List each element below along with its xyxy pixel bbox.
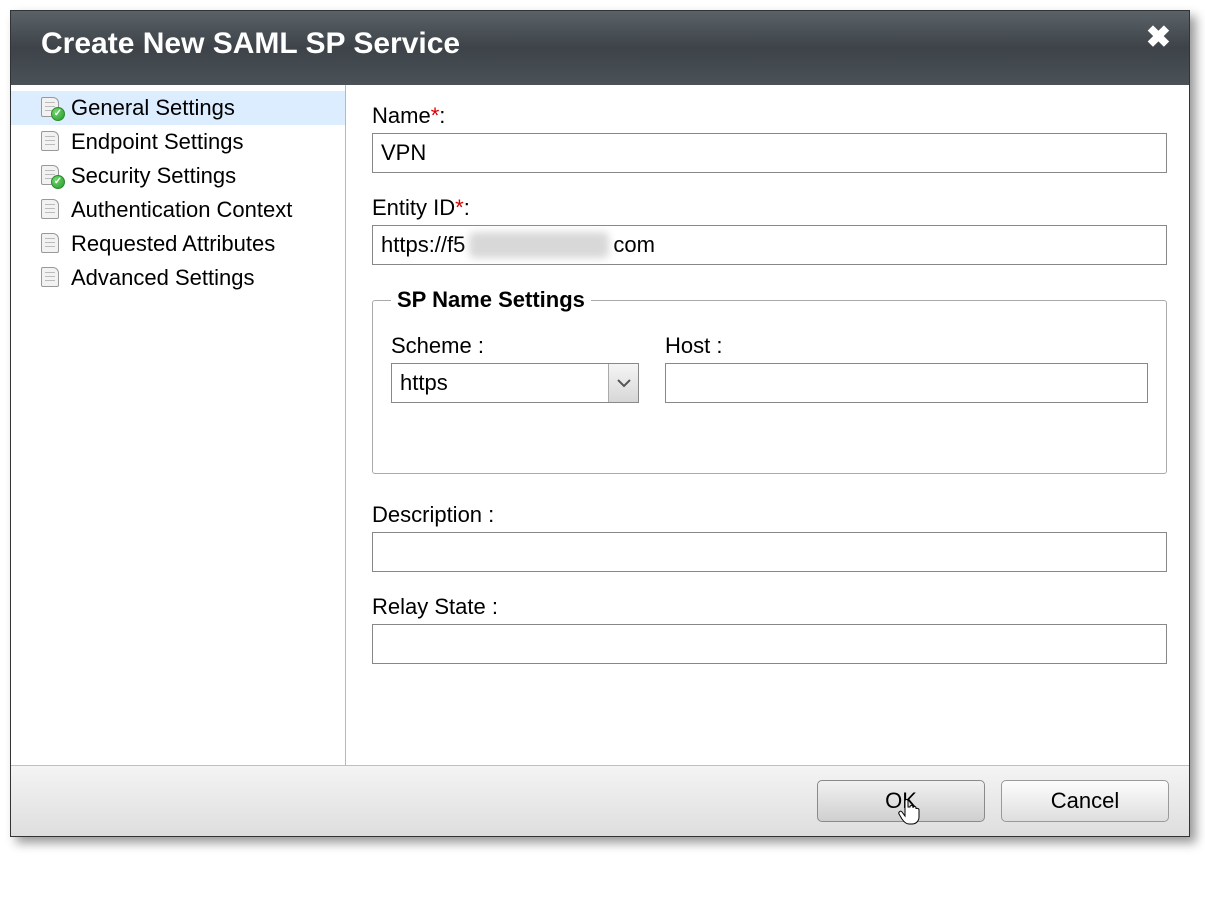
settings-sidebar: ✓ General Settings Endpoint Settings ✓ S… [11,85,346,765]
chevron-down-icon [608,364,638,402]
sidebar-item-label: Authentication Context [71,197,292,223]
page-checked-icon: ✓ [39,97,63,119]
host-input[interactable] [665,363,1148,403]
dialog-title: Create New SAML SP Service [41,27,1169,61]
page-icon [39,267,63,289]
entity-id-prefix: https://f5 [381,232,465,258]
scheme-value: https [392,364,608,402]
sidebar-item-label: Endpoint Settings [71,129,243,155]
entity-id-suffix: com [613,232,655,258]
field-scheme: Scheme : https [391,333,639,403]
ok-button-label: OK [885,788,917,814]
dialog-footer: OK Cancel [11,765,1189,836]
page-icon [39,233,63,255]
entity-id-label: Entity ID*: [372,195,1167,221]
field-name: Name*: [372,103,1167,173]
page-icon [39,199,63,221]
name-input[interactable] [372,133,1167,173]
sidebar-item-endpoint-settings[interactable]: Endpoint Settings [11,125,345,159]
scheme-label: Scheme : [391,333,639,359]
close-icon[interactable]: ✖ [1146,23,1171,53]
sidebar-item-general-settings[interactable]: ✓ General Settings [11,91,345,125]
relay-state-input[interactable] [372,624,1167,664]
sidebar-item-requested-attributes[interactable]: Requested Attributes [11,227,345,261]
cancel-button[interactable]: Cancel [1001,780,1169,822]
sp-name-settings-fieldset: SP Name Settings Scheme : https Host : [372,287,1167,474]
sidebar-item-security-settings[interactable]: ✓ Security Settings [11,159,345,193]
dialog-create-saml-sp: Create New SAML SP Service ✖ ✓ General S… [10,10,1190,837]
scheme-select[interactable]: https [391,363,639,403]
sp-name-settings-legend: SP Name Settings [391,287,591,313]
cancel-button-label: Cancel [1051,788,1119,814]
page-icon [39,131,63,153]
description-input[interactable] [372,532,1167,572]
sidebar-item-label: Security Settings [71,163,236,189]
description-label: Description : [372,502,1167,528]
sidebar-item-label: Requested Attributes [71,231,275,257]
entity-id-redacted [469,232,609,258]
sidebar-item-authentication-context[interactable]: Authentication Context [11,193,345,227]
sidebar-item-label: Advanced Settings [71,265,254,291]
field-relay-state: Relay State : [372,594,1167,664]
page-checked-icon: ✓ [39,165,63,187]
dialog-header: Create New SAML SP Service ✖ [11,11,1189,85]
entity-id-input[interactable]: https://f5 com [372,225,1167,265]
sidebar-item-advanced-settings[interactable]: Advanced Settings [11,261,345,295]
name-label: Name*: [372,103,1167,129]
sidebar-item-label: General Settings [71,95,235,121]
ok-button[interactable]: OK [817,780,985,822]
host-label: Host : [665,333,1148,359]
field-entity-id: Entity ID*: https://f5 com [372,195,1167,265]
form-content: Name*: Entity ID*: https://f5 com SP Nam… [346,85,1189,765]
dialog-body: ✓ General Settings Endpoint Settings ✓ S… [11,85,1189,765]
field-host: Host : [665,333,1148,403]
relay-state-label: Relay State : [372,594,1167,620]
field-description: Description : [372,502,1167,572]
